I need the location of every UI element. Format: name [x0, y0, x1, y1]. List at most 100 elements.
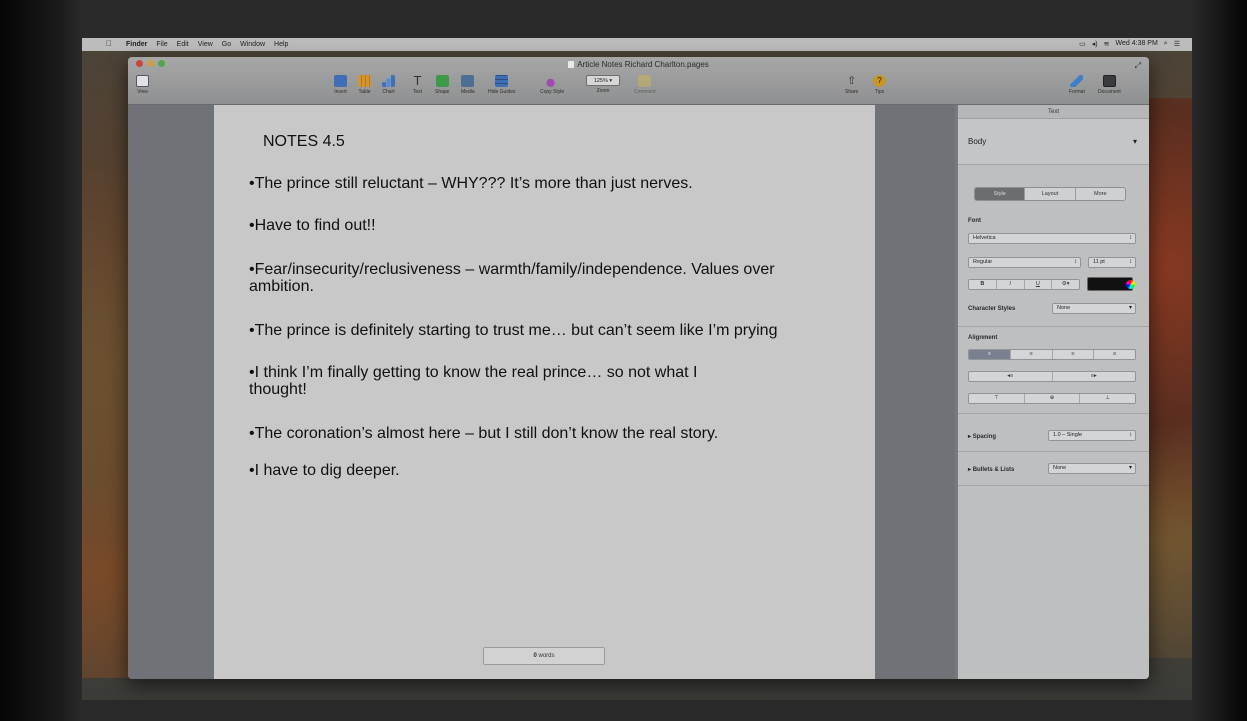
- toolbar: Article Notes Richard Charlton.pages ⤢ V…: [128, 57, 1149, 105]
- alignment-label: Alignment: [968, 335, 998, 341]
- spacing-disclosure[interactable]: ▸ Spacing: [968, 433, 996, 440]
- doc-line[interactable]: •The prince is definitely starting to tr…: [249, 322, 777, 339]
- menu-view[interactable]: View: [198, 41, 213, 48]
- volume-icon[interactable]: ◂): [1092, 40, 1098, 48]
- align-middle-button[interactable]: ⊕: [1025, 394, 1081, 403]
- divider: [958, 413, 1149, 414]
- bullets-select[interactable]: None: [1048, 463, 1136, 474]
- doc-line[interactable]: •I think I’m finally getting to know the…: [249, 364, 697, 381]
- font-size-stepper[interactable]: 11 pt: [1088, 257, 1136, 268]
- apple-menu-icon[interactable]: : [106, 39, 112, 48]
- divider: [958, 326, 1149, 327]
- align-right-button[interactable]: ≡: [1053, 350, 1095, 359]
- battery-icon[interactable]: ▭: [1079, 40, 1086, 48]
- table-icon: [358, 75, 371, 87]
- word-count-label: words: [538, 653, 555, 659]
- justify-button[interactable]: ≡: [1094, 350, 1135, 359]
- media-label: Media: [461, 89, 475, 95]
- copy-style-button[interactable]: Copy Style: [540, 75, 564, 95]
- view-label: View: [137, 89, 148, 95]
- tips-button[interactable]: ? Tips: [873, 75, 886, 95]
- document-label: Document: [1098, 89, 1121, 95]
- font-section-label: Font: [968, 218, 981, 224]
- tips-icon: ?: [873, 75, 886, 87]
- media-button[interactable]: Media: [461, 75, 475, 95]
- decrease-indent-button[interactable]: ◂≡: [969, 372, 1053, 381]
- window-title: Article Notes Richard Charlton.pages: [128, 60, 1149, 69]
- paragraph-style-selector[interactable]: Body ▾: [958, 119, 1149, 165]
- menu-finder[interactable]: Finder: [126, 41, 147, 48]
- align-top-button[interactable]: ⊤: [969, 394, 1025, 403]
- table-label: Table: [358, 89, 371, 95]
- underline-button[interactable]: U: [1025, 280, 1053, 289]
- align-center-button[interactable]: ≡: [1011, 350, 1053, 359]
- chart-icon: [382, 75, 395, 87]
- doc-line[interactable]: thought!: [249, 381, 307, 398]
- tips-label: Tips: [874, 89, 885, 95]
- document-page[interactable]: NOTES 4.5 •The prince still reluctant – …: [214, 105, 875, 679]
- menu-window[interactable]: Window: [240, 41, 265, 48]
- bold-button[interactable]: B: [969, 280, 997, 289]
- chart-button[interactable]: Chart: [382, 75, 395, 95]
- spotlight-icon[interactable]: ⌕: [1164, 40, 1168, 48]
- window-title-text: Article Notes Richard Charlton.pages: [577, 60, 709, 69]
- zoom-select[interactable]: 125% ▾: [586, 75, 620, 86]
- menu-file[interactable]: File: [156, 41, 167, 48]
- doc-line[interactable]: •Have to find out!!: [249, 217, 376, 234]
- indent-buttons: ◂≡ ≡▸: [968, 371, 1136, 382]
- doc-line[interactable]: •I have to dig deeper.: [249, 462, 400, 479]
- spacing-label: Spacing: [972, 434, 997, 440]
- hide-guides-button[interactable]: Hide Guides: [488, 75, 516, 95]
- pages-window: Article Notes Richard Charlton.pages ⤢ V…: [128, 57, 1149, 679]
- font-family-value: Helvetica: [973, 235, 996, 241]
- document-button[interactable]: Document: [1098, 75, 1121, 95]
- word-count-button[interactable]: 0 words: [483, 647, 605, 665]
- notification-center-icon[interactable]: ☰: [1174, 40, 1180, 48]
- insert-button[interactable]: Insert: [334, 75, 347, 95]
- font-weight-select[interactable]: Regular: [968, 257, 1081, 268]
- menu-help[interactable]: Help: [274, 41, 288, 48]
- tab-more[interactable]: More: [1075, 188, 1125, 200]
- text-options-button[interactable]: ⚙▾: [1052, 280, 1079, 289]
- doc-line[interactable]: •The coronation’s almost here – but I st…: [249, 425, 718, 442]
- wifi-icon[interactable]: ≋: [1104, 40, 1110, 48]
- align-left-button[interactable]: ≡: [969, 350, 1011, 359]
- format-brush-icon: [1070, 75, 1084, 87]
- table-button[interactable]: Table: [358, 75, 371, 95]
- guides-icon: [495, 75, 509, 87]
- text-label: Text: [412, 89, 423, 95]
- tab-layout[interactable]: Layout: [1025, 188, 1076, 200]
- menu-go[interactable]: Go: [222, 41, 231, 48]
- paragraph-style-value: Body: [968, 137, 987, 146]
- shape-button[interactable]: Shape: [435, 75, 449, 95]
- italic-button[interactable]: I: [997, 280, 1025, 289]
- share-button[interactable]: ⇧ Share: [845, 75, 858, 95]
- menu-edit[interactable]: Edit: [177, 41, 189, 48]
- doc-heading[interactable]: NOTES 4.5: [263, 133, 345, 151]
- comment-button[interactable]: Comment: [634, 75, 656, 95]
- increase-indent-button[interactable]: ≡▸: [1053, 372, 1136, 381]
- insert-label: Insert: [334, 89, 347, 95]
- menubar-clock[interactable]: Wed 4:38 PM: [1116, 40, 1158, 48]
- tab-style[interactable]: Style: [975, 188, 1026, 200]
- format-button[interactable]: Format: [1069, 75, 1085, 95]
- zoom-control[interactable]: 125% ▾ Zoom: [586, 75, 620, 94]
- doc-line[interactable]: •The prince still reluctant – WHY??? It’…: [249, 175, 693, 192]
- character-styles-select[interactable]: None: [1052, 303, 1136, 314]
- document-canvas[interactable]: NOTES 4.5 •The prince still reluctant – …: [128, 105, 955, 679]
- text-button[interactable]: T Text: [411, 74, 424, 95]
- doc-line[interactable]: •Fear/insecurity/reclusiveness – warmth/…: [249, 261, 775, 278]
- copy-style-icon: [545, 75, 559, 87]
- color-wheel-icon[interactable]: [1126, 280, 1135, 289]
- align-bottom-button[interactable]: ⊥: [1080, 394, 1135, 403]
- bullets-disclosure[interactable]: ▸ Bullets & Lists: [968, 466, 1014, 473]
- doc-line[interactable]: ambition.: [249, 278, 314, 295]
- font-family-select[interactable]: Helvetica: [968, 233, 1136, 244]
- text-format-buttons: B I U ⚙▾: [968, 279, 1080, 290]
- divider: [958, 451, 1149, 452]
- spacing-select[interactable]: 1.0 – Single: [1048, 430, 1136, 441]
- character-styles-label: Character Styles: [968, 306, 1016, 312]
- alignment-buttons: ≡ ≡ ≡ ≡: [968, 349, 1136, 360]
- fullscreen-icon[interactable]: ⤢: [1135, 61, 1141, 71]
- view-button[interactable]: View: [136, 75, 149, 95]
